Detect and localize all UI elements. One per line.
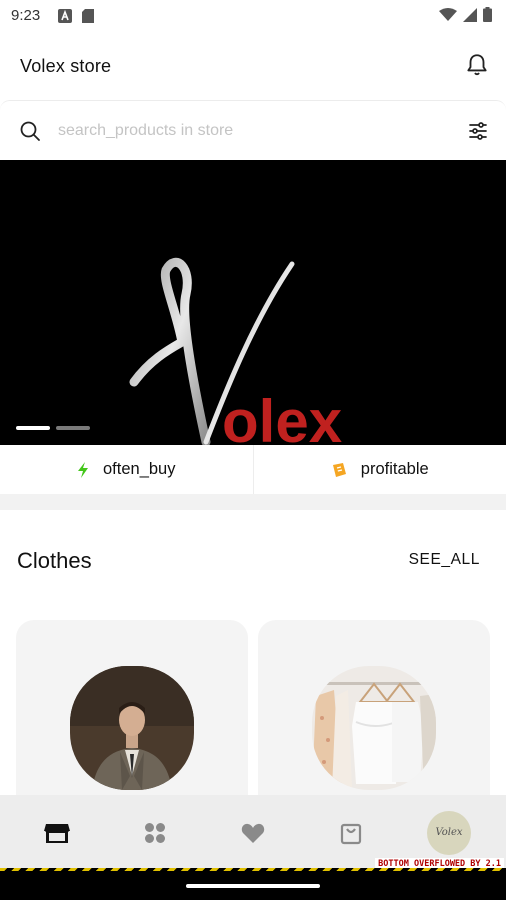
see-all-button[interactable]: SEE_ALL	[409, 551, 480, 569]
home-gesture-handle[interactable]	[186, 884, 320, 888]
often-buy-button[interactable]: often_buy	[0, 445, 253, 494]
sd-card-icon	[82, 9, 94, 23]
volex-logo-image: olex	[129, 257, 342, 445]
status-time: 9:23	[11, 7, 41, 24]
app-bar: Volex store	[0, 32, 506, 100]
shopping-bag-icon	[340, 823, 362, 844]
signal-icon	[463, 7, 477, 22]
nav-favorites[interactable]	[229, 809, 277, 857]
system-navigation-bar	[0, 871, 506, 900]
coupon-icon	[332, 462, 346, 477]
often-buy-label: often_buy	[103, 460, 176, 478]
search-icon[interactable]	[18, 119, 42, 143]
search-input[interactable]	[58, 115, 448, 147]
svg-text:olex: olex	[222, 388, 342, 445]
promo-banner[interactable]: olex	[0, 160, 506, 445]
notification-bell-icon[interactable]	[464, 52, 490, 78]
section-divider	[0, 494, 506, 510]
product-card[interactable]	[16, 620, 248, 820]
nav-categories[interactable]	[131, 809, 179, 857]
carousel-dot[interactable]	[56, 426, 90, 430]
nav-store[interactable]	[33, 809, 81, 857]
avatar-label: Volex	[435, 827, 463, 838]
nav-cart[interactable]	[327, 809, 375, 857]
nav-profile[interactable]: Volex	[425, 809, 473, 857]
carousel-indicator	[16, 426, 90, 430]
search-bar	[0, 100, 506, 160]
heart-icon	[241, 823, 265, 843]
product-image-dresses	[312, 666, 436, 790]
battery-icon	[483, 7, 492, 22]
app-title: Volex store	[20, 56, 112, 76]
notification-a-icon	[58, 9, 72, 23]
quick-actions: often_buy profitable	[0, 445, 506, 494]
carousel-dot-active[interactable]	[16, 426, 50, 430]
avatar: Volex	[427, 810, 471, 855]
categories-icon	[145, 822, 165, 843]
wifi-icon	[439, 7, 457, 21]
section-title: Clothes	[17, 548, 92, 573]
lightning-icon	[78, 461, 88, 478]
profitable-label: profitable	[360, 460, 429, 478]
product-image-suit	[70, 666, 194, 790]
section-header: Clothes SEE_ALL	[0, 510, 506, 610]
store-icon	[44, 823, 70, 843]
profitable-button[interactable]: profitable	[252, 445, 506, 494]
status-bar: 9:23	[0, 0, 506, 32]
product-list	[0, 610, 506, 820]
filter-sliders-icon[interactable]	[466, 119, 490, 143]
product-card[interactable]	[258, 620, 490, 820]
